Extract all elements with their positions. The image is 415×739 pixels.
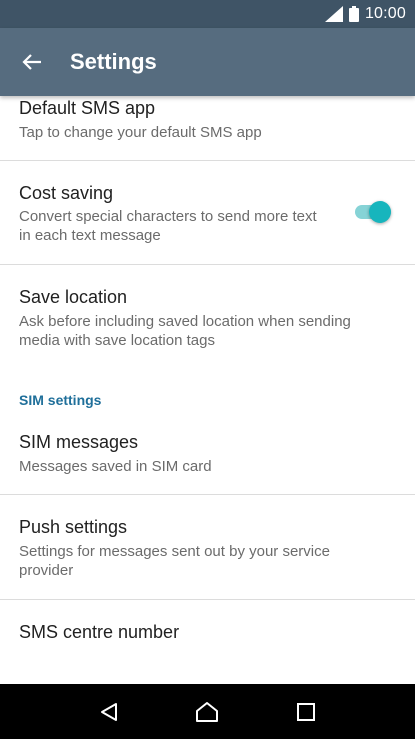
arrow-left-icon bbox=[22, 54, 41, 70]
nav-home-button[interactable] bbox=[183, 688, 231, 736]
pref-push-settings[interactable]: Push settings Settings for messages sent… bbox=[0, 495, 415, 599]
app-bar: Settings bbox=[0, 28, 415, 96]
pref-save-location[interactable]: Save location Ask before including saved… bbox=[0, 265, 415, 365]
recents-icon bbox=[296, 702, 315, 721]
pref-title: Save location bbox=[19, 287, 128, 307]
section-header-sim-settings: SIM settings bbox=[19, 392, 102, 408]
status-bar: 10:00 bbox=[0, 0, 415, 28]
back-triangle-icon bbox=[101, 702, 118, 721]
status-time: 10:00 bbox=[364, 5, 406, 22]
pref-title: Default SMS app bbox=[19, 98, 156, 118]
nav-recents-button[interactable] bbox=[282, 688, 330, 736]
settings-list[interactable]: Default SMS app Tap to change your defau… bbox=[0, 96, 415, 684]
back-button[interactable] bbox=[0, 28, 64, 96]
pref-title: SIM messages bbox=[19, 432, 139, 452]
pref-title: SMS centre number bbox=[19, 622, 180, 642]
pref-cost-saving[interactable]: Cost saving Convert special characters t… bbox=[0, 161, 415, 265]
battery-icon bbox=[348, 6, 359, 22]
pref-summary: Convert special characters to send more … bbox=[19, 208, 317, 244]
home-icon bbox=[196, 701, 219, 722]
pref-summary: Ask before including saved location when… bbox=[19, 313, 351, 349]
navigation-bar bbox=[0, 684, 415, 739]
pref-sms-centre-number[interactable]: SMS centre number bbox=[0, 600, 415, 684]
signal-icon bbox=[324, 6, 343, 22]
pref-summary: Messages saved in SIM card bbox=[19, 458, 212, 475]
cost-saving-toggle[interactable] bbox=[355, 199, 393, 225]
pref-title: Push settings bbox=[19, 517, 128, 537]
pref-title: Cost saving bbox=[19, 183, 114, 203]
pref-summary: Tap to change your default SMS app bbox=[19, 124, 262, 141]
toggle-thumb bbox=[369, 201, 391, 223]
pref-default-sms-app[interactable]: Default SMS app Tap to change your defau… bbox=[0, 96, 415, 161]
pref-sim-messages[interactable]: SIM messages Messages saved in SIM card bbox=[0, 414, 415, 494]
page-title: Settings bbox=[70, 49, 157, 74]
nav-back-button[interactable] bbox=[85, 688, 133, 736]
pref-summary: Settings for messages sent out by your s… bbox=[19, 543, 330, 579]
